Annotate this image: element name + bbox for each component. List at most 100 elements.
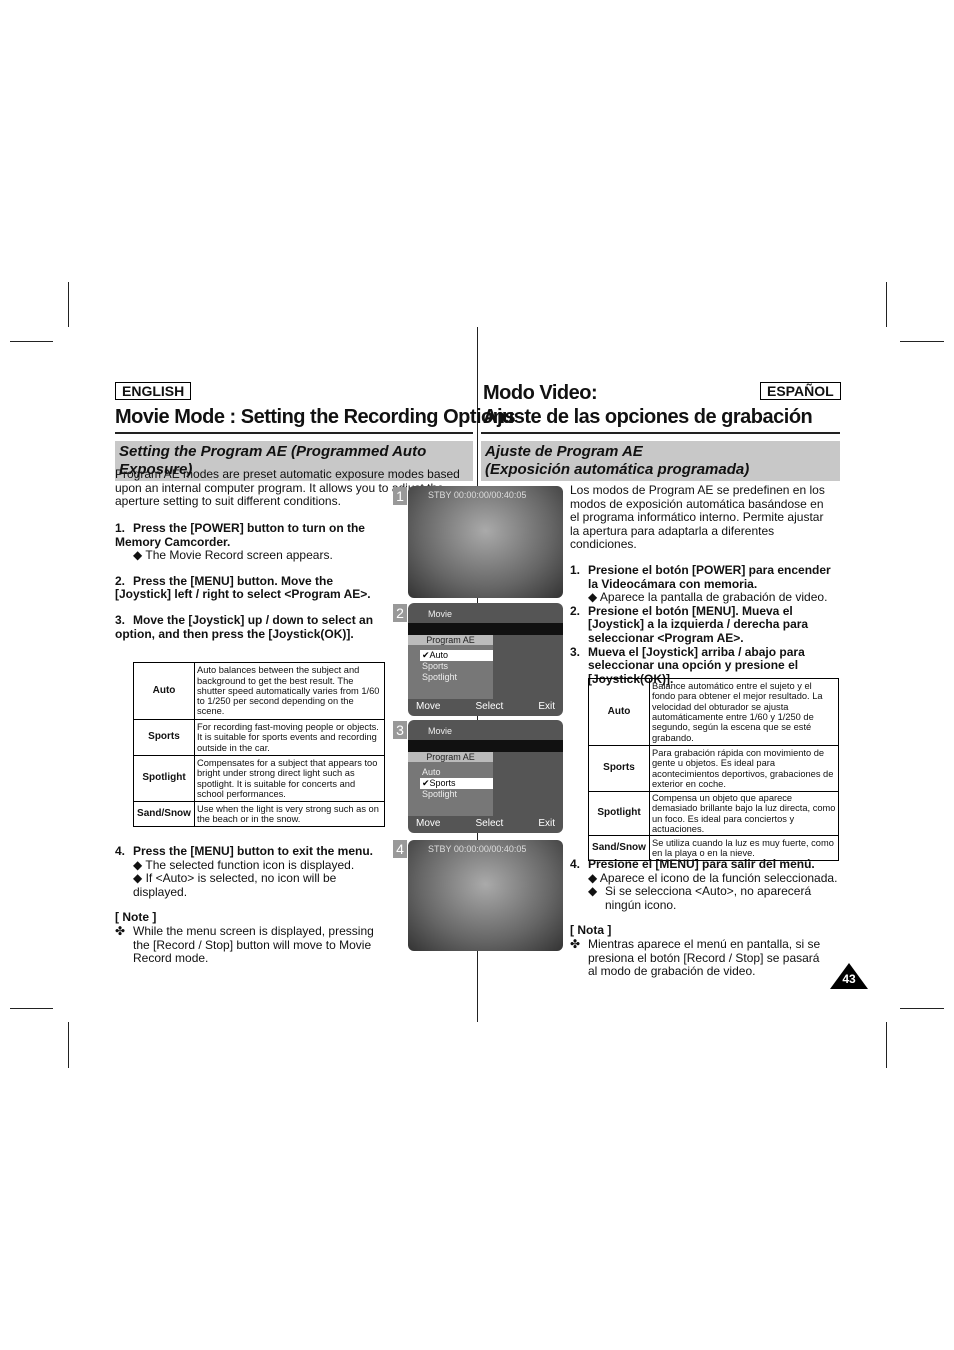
bullet-text: If <Auto> is selected, no icon will be d…: [133, 871, 337, 899]
menu-option-selected[interactable]: ✔Auto: [420, 650, 493, 661]
mode-desc: Use when the light is very strong such a…: [194, 801, 385, 827]
menu-title: Movie: [428, 726, 453, 736]
step-text: Presione el botón [POWER] para encender …: [588, 562, 831, 591]
bullet: ◆ If <Auto> is selected, no icon will be…: [133, 871, 337, 899]
menu-option[interactable]: Spotlight: [422, 672, 493, 683]
bullet-text: Aparece el icono de la función seleccion…: [599, 870, 838, 885]
step-badge: 1: [393, 487, 407, 505]
subtitle-line: (Exposición automática programada): [485, 461, 750, 478]
mode-desc: Balance automático entre el sujeto y el …: [649, 678, 839, 746]
step-text: Move the [Joystick] up / down to select …: [115, 612, 374, 641]
step-text: Press the [MENU] button. Move the [Joyst…: [115, 573, 371, 602]
menu-tab-bar: [408, 623, 563, 635]
note-icon: ✤: [570, 936, 581, 951]
note-title: [ Nota ]: [570, 923, 612, 938]
note-text: While the menu screen is displayed, pres…: [133, 923, 374, 966]
menu-tab-bar: [408, 740, 563, 752]
step-badge: 2: [393, 604, 407, 622]
crop-mark: [900, 341, 944, 342]
mode-name: Sand/Snow: [133, 801, 195, 827]
menu-option-selected[interactable]: ✔Sports: [420, 778, 493, 789]
crop-mark: [68, 1022, 69, 1068]
program-ae-table-spanish: Auto Balance automático entre el sujeto y…: [588, 678, 839, 862]
footer-exit: Exit: [538, 701, 555, 712]
step-text: Press the [MENU] button to exit the menu…: [133, 844, 374, 858]
bullet-text: The selected function icon is displayed.: [145, 857, 355, 872]
menu-subtitle: Program AE: [408, 635, 493, 645]
step-number: 2.: [570, 603, 581, 618]
mode-desc: Compensates for a subject that appears t…: [194, 755, 385, 802]
bullet-text: Aparece la pantalla de grabación de vide…: [599, 590, 828, 605]
page-number: 43: [842, 972, 856, 986]
english-steps-1-3: 1. Press the [POWER] button to turn on th…: [115, 510, 380, 641]
mode-name: Spotlight: [588, 790, 650, 837]
step-number: 3.: [570, 644, 581, 659]
crop-mark: [10, 1008, 53, 1009]
footer-select: Select: [475, 818, 504, 829]
bullet: ◆ The selected function icon is displaye…: [133, 857, 355, 872]
manual-page: ENGLISH Movie Mode : Setting the Recordi…: [0, 0, 954, 1350]
step-badge: 3: [393, 721, 407, 739]
menu-subtitle: Program AE: [408, 752, 493, 762]
note-text: Mientras aparece el menú en pantalla, si…: [588, 936, 821, 979]
title-rule: [481, 432, 840, 434]
program-ae-table-english: Auto Auto balances between the subject an…: [133, 662, 385, 827]
camcorder-screen-record: STBY 00:00:00/00:40:05: [408, 486, 563, 598]
footer-exit: Exit: [538, 818, 555, 829]
mode-desc: Auto balances between the subject and ba…: [194, 662, 385, 720]
mode-desc: Compensa un objeto que aparece demasiado…: [649, 790, 839, 837]
subtitle-line: Ajuste de Program AE: [485, 443, 643, 460]
mode-name: Auto: [133, 662, 195, 720]
menu-option[interactable]: Spotlight: [422, 789, 493, 800]
camcorder-screen-record-sports: STBY 00:00:00/00:40:05: [408, 840, 563, 951]
mode-desc: Para grabación rápida con movimiento de …: [649, 745, 839, 792]
step-number: 4.: [115, 844, 126, 858]
mode-name: Sports: [133, 719, 195, 756]
menu-option[interactable]: Sports: [422, 661, 493, 672]
bullet: ◆ The Movie Record screen appears.: [133, 548, 333, 563]
page-title-spanish-1: Modo Video:: [483, 382, 598, 404]
mode-name: Auto: [588, 678, 650, 746]
footer-move: Move: [416, 818, 441, 829]
bullet: ◆ Aparece el icono de la función selecci…: [588, 870, 838, 885]
title-rule: [115, 432, 473, 434]
table-row: Spotlight Compensates for a subject that …: [133, 755, 385, 802]
mode-desc: For recording fast-moving people or obje…: [194, 719, 385, 756]
page-title-spanish-2: Ajuste de las opciones de grabación: [483, 406, 813, 428]
option-label: Auto: [429, 650, 449, 660]
crop-mark: [900, 1008, 944, 1009]
crop-mark: [886, 282, 887, 327]
page-title-english: Movie Mode : Setting the Recording Optio…: [115, 406, 516, 428]
stby-timecode: STBY 00:00:00/00:40:05: [428, 844, 527, 854]
step-text: Presione el botón [MENU]. Mueva el [Joys…: [588, 603, 809, 645]
table-row: Auto Balance automático entre el sujeto y…: [588, 678, 839, 746]
menu-title: Movie: [428, 609, 453, 619]
menu-footer: Move Select Exit: [408, 818, 563, 830]
menu-option[interactable]: Auto: [422, 767, 493, 778]
step-text: Presione el [MENU] para salir del menú.: [588, 857, 815, 871]
spanish-label: ESPAÑOL: [760, 382, 841, 400]
footer-select: Select: [475, 701, 504, 712]
crop-mark: [886, 1022, 887, 1068]
bullet-text: The Movie Record screen appears.: [145, 548, 333, 563]
bullet: ◆ Si se selecciona <Auto>, no aparecerá n…: [570, 884, 840, 912]
table-row: Sand/Snow Use when the light is very stro…: [133, 801, 385, 827]
step-number: 3.: [115, 612, 126, 627]
table-row: Spotlight Compensa un objeto que aparece …: [588, 790, 839, 837]
camcorder-screen-menu-auto: Movie Program AE ✔Auto Sports Spotlight …: [408, 603, 563, 716]
step-number: 4.: [570, 857, 581, 871]
crop-mark: [68, 282, 69, 327]
step-number: 1.: [570, 562, 581, 577]
option-label: Sports: [429, 778, 456, 788]
step-badge: 4: [393, 840, 407, 858]
step-text: Press the [POWER] button to turn on the …: [115, 521, 365, 549]
spanish-body: Los modos de Program AE se predefinen en…: [570, 483, 832, 686]
mode-name: Sports: [588, 745, 650, 792]
intro-text: Los modos de Program AE se predefinen en…: [570, 483, 825, 552]
step-number: 2.: [115, 573, 126, 588]
spanish-step-4: 4. Presione el [MENU] para salir del menú…: [570, 857, 840, 979]
menu-footer: Move Select Exit: [408, 701, 563, 713]
note-icon: ✤: [115, 923, 126, 938]
footer-move: Move: [416, 701, 441, 712]
mode-name: Spotlight: [133, 755, 195, 802]
